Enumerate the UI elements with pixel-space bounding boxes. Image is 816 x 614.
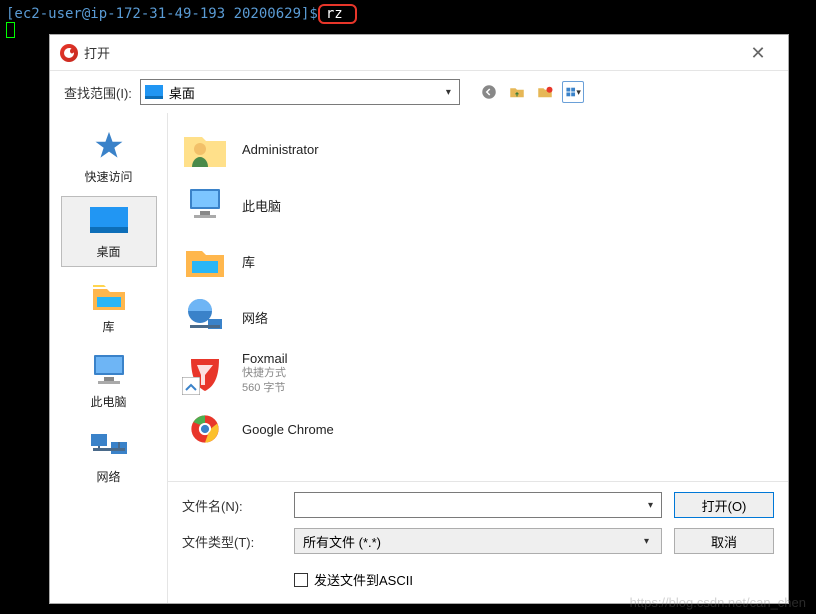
library-icon	[87, 278, 131, 314]
list-item[interactable]: 库	[172, 233, 784, 289]
lookin-row: 查找范围(I): 桌面 ▾ ▾	[50, 71, 788, 113]
computer-icon	[87, 353, 131, 389]
list-item[interactable]: Foxmail 快捷方式 560 字节	[172, 345, 784, 401]
filename-input[interactable]: ▾	[294, 492, 662, 518]
open-button[interactable]: 打开(O)	[674, 492, 774, 518]
foxmail-icon	[182, 351, 228, 395]
chevron-down-icon: ▾	[442, 87, 455, 98]
sidebar-item-libraries[interactable]: 库	[61, 271, 157, 342]
library-icon	[182, 239, 228, 283]
nav-toolbar: ▾	[478, 81, 584, 103]
file-subtype: 快捷方式	[242, 366, 288, 380]
file-name: Google Chrome	[242, 422, 334, 437]
dialog-title: 打开	[84, 43, 738, 62]
sidebar-item-label: 此电脑	[90, 393, 126, 410]
cancel-button[interactable]: 取消	[674, 528, 774, 554]
list-item[interactable]: Google Chrome	[172, 401, 784, 457]
up-icon[interactable]	[506, 81, 528, 103]
new-folder-icon[interactable]	[534, 81, 556, 103]
file-name: 此电脑	[242, 196, 281, 215]
file-size: 560 字节	[242, 381, 288, 395]
sidebar-item-desktop[interactable]: 桌面	[61, 196, 157, 267]
lookin-value: 桌面	[169, 83, 442, 102]
lookin-label: 查找范围(I):	[64, 83, 132, 102]
sidebar-item-label: 库	[102, 318, 114, 335]
terminal-command-highlight: rz	[318, 4, 357, 24]
file-name: Administrator	[242, 142, 319, 157]
lookin-dropdown[interactable]: 桌面 ▾	[140, 79, 460, 105]
ascii-checkbox[interactable]	[294, 573, 308, 587]
back-icon[interactable]	[478, 81, 500, 103]
user-folder-icon	[182, 127, 228, 171]
desktop-icon	[87, 203, 131, 239]
terminal-command: rz	[326, 6, 343, 22]
app-icon	[60, 44, 78, 62]
file-list[interactable]: Administrator 此电脑 库	[168, 113, 788, 482]
sidebar-item-quick-access[interactable]: 快速访问	[61, 121, 157, 192]
chrome-icon	[182, 407, 228, 451]
open-file-dialog: 打开 ✕ 查找范围(I): 桌面 ▾ ▾	[49, 34, 789, 604]
terminal-cursor	[6, 22, 15, 38]
chevron-down-icon: ▾	[644, 500, 657, 511]
ascii-checkbox-label: 发送文件到ASCII	[314, 570, 413, 589]
sidebar-item-this-pc[interactable]: 此电脑	[61, 346, 157, 417]
sidebar-item-network[interactable]: 网络	[61, 421, 157, 492]
sidebar-item-label: 网络	[96, 468, 120, 485]
filename-label: 文件名(N):	[182, 496, 282, 515]
chevron-down-icon: ▾	[640, 536, 653, 547]
file-name: 网络	[242, 308, 268, 327]
filetype-dropdown[interactable]: 所有文件 (*.*) ▾	[294, 528, 662, 554]
places-sidebar: 快速访问 桌面 库 此电脑	[50, 113, 168, 603]
titlebar: 打开 ✕	[50, 35, 788, 71]
star-icon	[87, 128, 131, 164]
close-button[interactable]: ✕	[738, 38, 778, 68]
view-icon[interactable]: ▾	[562, 81, 584, 103]
sidebar-item-label: 桌面	[96, 243, 120, 260]
terminal-prompt: [ec2-user@ip-172-31-49-193 20200629]$	[6, 6, 318, 22]
list-item[interactable]: 网络	[172, 289, 784, 345]
file-name: Foxmail	[242, 351, 288, 366]
network-globe-icon	[182, 295, 228, 339]
desktop-icon	[145, 85, 163, 99]
terminal-line: [ec2-user@ip-172-31-49-193 20200629]$ rz	[0, 0, 816, 28]
list-item[interactable]: Administrator	[172, 121, 784, 177]
bottom-form: 文件名(N): ▾ 打开(O) 文件类型(T): 所有文件 (*.*) ▾ 取消	[168, 482, 788, 603]
computer-icon	[182, 183, 228, 227]
sidebar-item-label: 快速访问	[84, 168, 132, 185]
filetype-label: 文件类型(T):	[182, 532, 282, 551]
file-name: 库	[242, 252, 255, 271]
filetype-value: 所有文件 (*.*)	[303, 532, 381, 551]
network-icon	[87, 428, 131, 464]
list-item[interactable]: 此电脑	[172, 177, 784, 233]
